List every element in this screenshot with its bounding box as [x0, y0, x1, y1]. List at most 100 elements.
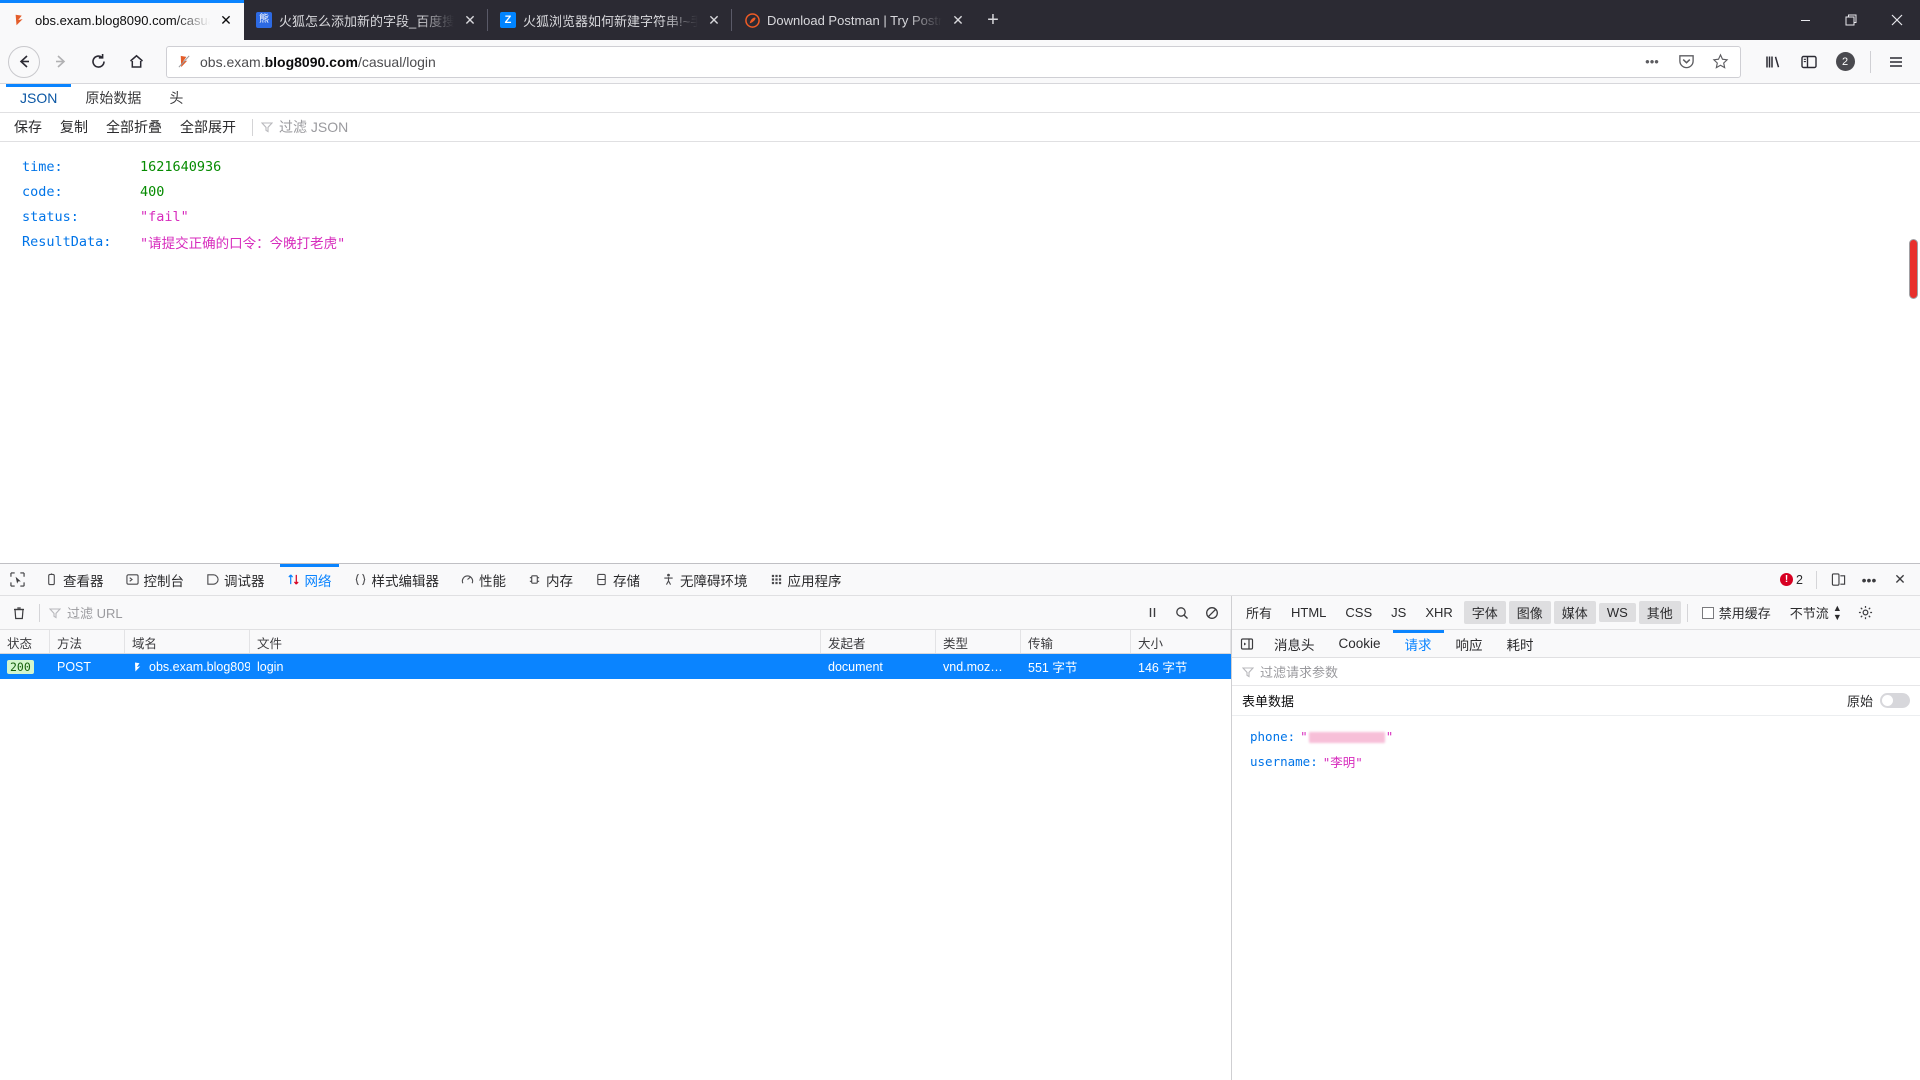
devtools-tab-accessibility[interactable]: 无障碍环境 [651, 564, 759, 595]
page-actions-icon[interactable]: ••• [1639, 49, 1665, 75]
devtools-more-menu-icon[interactable]: ••• [1855, 567, 1883, 593]
network-table-row[interactable]: 200 POST obs.exam.blog809… login documen… [0, 654, 1231, 679]
pause-icon[interactable] [1139, 601, 1165, 625]
devtools-tab-performance[interactable]: 性能 [450, 564, 517, 595]
details-tab-response[interactable]: 响应 [1444, 630, 1495, 657]
column-header-method[interactable]: 方法 [50, 630, 125, 653]
json-row[interactable]: code: 400 [22, 179, 1920, 204]
json-collapse-all-button[interactable]: 全部折叠 [98, 116, 170, 138]
window-maximize-button[interactable] [1828, 0, 1874, 40]
details-tab-cookies[interactable]: Cookie [1327, 630, 1393, 657]
json-viewer-tab-headers[interactable]: 头 [155, 84, 197, 112]
type-filter-ws[interactable]: WS [1598, 603, 1636, 622]
browser-tab-1[interactable]: 熊 火狐怎么添加新的字段_百度搜索 ✕ [244, 0, 488, 40]
redacted-value [1308, 732, 1385, 743]
element-picker-icon[interactable] [0, 564, 34, 595]
details-tab-timings[interactable]: 耗时 [1495, 630, 1546, 657]
devtools-tab-storage[interactable]: 存储 [584, 564, 651, 595]
json-copy-button[interactable]: 复制 [52, 116, 96, 138]
devtools-error-badge[interactable]: ! 2 [1774, 573, 1809, 587]
devtools-tab-debugger[interactable]: 调试器 [195, 564, 276, 595]
block-requests-icon[interactable] [1199, 601, 1225, 625]
devtools-tab-style-editor[interactable]: 样式编辑器 [343, 564, 451, 595]
forward-button[interactable] [42, 46, 78, 78]
type-filter-all[interactable]: 所有 [1238, 601, 1280, 624]
type-filter-other[interactable]: 其他 [1638, 601, 1681, 624]
browser-tab-3[interactable]: Download Postman | Try Postman ✕ [731, 0, 976, 40]
form-data-row-phone[interactable]: phone: " " [1250, 724, 1920, 749]
responsive-design-icon[interactable] [1824, 567, 1852, 593]
type-filter-font[interactable]: 字体 [1463, 601, 1506, 624]
window-close-button[interactable] [1874, 0, 1920, 40]
json-save-button[interactable]: 保存 [6, 116, 50, 138]
devtools-tab-inspector[interactable]: 查看器 [34, 564, 115, 595]
type-filter-js[interactable]: JS [1383, 603, 1414, 622]
column-header-initiator[interactable]: 发起者 [821, 630, 936, 653]
json-expand-all-button[interactable]: 全部展开 [172, 116, 244, 138]
column-header-status[interactable]: 状态 [0, 630, 50, 653]
column-header-type[interactable]: 类型 [936, 630, 1021, 653]
url-bar[interactable]: obs.exam.blog8090.com/casual/login ••• [166, 45, 1741, 78]
collapse-panel-icon[interactable] [1232, 630, 1262, 657]
json-row[interactable]: time: 1621640936 [22, 154, 1920, 179]
toolbar-divider [1686, 603, 1688, 622]
back-button[interactable] [8, 45, 40, 78]
details-tab-request[interactable]: 请求 [1392, 630, 1444, 657]
app-menu-icon[interactable] [1880, 46, 1912, 78]
json-row[interactable]: status: "fail" [22, 204, 1920, 229]
network-filter-input[interactable]: 过滤 URL [47, 603, 1135, 622]
home-button[interactable] [118, 46, 154, 78]
json-key: ResultData: [22, 233, 112, 250]
column-header-file[interactable]: 文件 [250, 630, 821, 653]
column-header-transfer[interactable]: 传输 [1021, 630, 1131, 653]
throttle-dropdown[interactable]: 不节流 ▲ ▼ [1782, 601, 1850, 624]
search-icon[interactable] [1169, 601, 1195, 625]
type-filter-xhr[interactable]: XHR [1417, 603, 1460, 622]
library-icon[interactable] [1757, 46, 1789, 78]
gear-icon[interactable] [1853, 601, 1879, 625]
type-filter-css[interactable]: CSS [1337, 603, 1380, 622]
type-filter-html[interactable]: HTML [1283, 603, 1334, 622]
toggle-switch[interactable] [1880, 693, 1910, 708]
reload-button[interactable] [80, 46, 116, 78]
json-viewer-tab-json[interactable]: JSON [6, 84, 72, 112]
column-header-domain[interactable]: 域名 [125, 630, 250, 653]
form-data-row-username[interactable]: username: "李明" [1250, 749, 1920, 774]
page-identity-icon[interactable] [177, 54, 192, 69]
sidebar-icon[interactable] [1793, 46, 1825, 78]
browser-tab-2[interactable]: Z 火狐浏览器如何新建字符串!~手 ✕ [487, 0, 732, 40]
browser-tab-0[interactable]: obs.exam.blog8090.com/casual ✕ [0, 0, 244, 40]
pocket-icon[interactable] [1673, 49, 1699, 75]
window-minimize-button[interactable] [1782, 0, 1828, 40]
devtools-tab-console[interactable]: 控制台 [115, 564, 196, 595]
details-tab-headers[interactable]: 消息头 [1262, 630, 1327, 657]
json-viewer-tab-raw[interactable]: 原始数据 [71, 84, 155, 112]
browser-tab-title: 火狐怎么添加新的字段_百度搜索 [279, 13, 454, 29]
new-tab-button[interactable]: + [976, 0, 1010, 40]
devtools-tab-application[interactable]: 应用程序 [759, 564, 853, 595]
network-table-empty-area[interactable] [0, 679, 1231, 1080]
devtools-tab-network[interactable]: 网络 [276, 564, 343, 595]
disable-cache-checkbox[interactable]: 禁用缓存 [1694, 601, 1779, 624]
page-scrollbar-thumb[interactable] [1909, 239, 1918, 299]
devtools-tab-label: 存储 [613, 573, 640, 589]
devtools-tab-memory[interactable]: 内存 [517, 564, 584, 595]
account-button[interactable]: 2 [1829, 46, 1861, 78]
devtools-close-icon[interactable]: ✕ [1886, 567, 1914, 593]
bookmark-star-icon[interactable] [1707, 49, 1733, 75]
column-header-size[interactable]: 大小 [1131, 630, 1231, 653]
form-data-section-header[interactable]: 表单数据 原始 [1232, 686, 1920, 716]
json-row[interactable]: ResultData: "请提交正确的口令：今晚打老虎" [22, 229, 1920, 254]
tab-close-icon[interactable]: ✕ [217, 11, 235, 29]
storage-icon [595, 573, 608, 586]
json-filter-input[interactable]: 过滤 JSON [261, 117, 348, 137]
tab-close-icon[interactable]: ✕ [461, 11, 479, 29]
type-filter-media[interactable]: 媒体 [1553, 601, 1596, 624]
tab-close-icon[interactable]: ✕ [949, 11, 967, 29]
request-params-filter-input[interactable]: 过滤请求参数 [1232, 658, 1920, 686]
trash-icon[interactable] [6, 601, 32, 625]
type-filter-image[interactable]: 图像 [1508, 601, 1551, 624]
tab-close-icon[interactable]: ✕ [705, 11, 723, 29]
url-host: blog8090.com [264, 53, 358, 70]
raw-toggle[interactable]: 原始 [1847, 691, 1910, 710]
